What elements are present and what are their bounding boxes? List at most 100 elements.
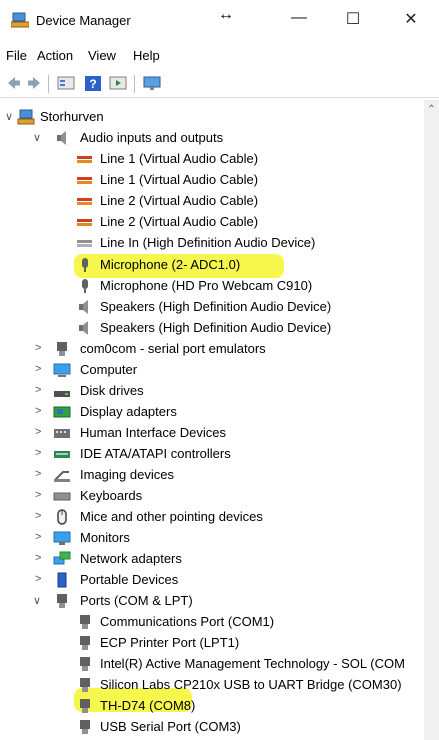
device-usb-serial[interactable]: USB Serial Port (COM3) (0, 717, 424, 738)
chevron-right-icon[interactable]: > (35, 384, 45, 396)
category-label: Imaging devices (80, 467, 174, 482)
keyboard-icon (53, 492, 71, 501)
audio-cable-icon (77, 177, 92, 184)
disk-drive-icon (54, 391, 70, 397)
category-display-adapters[interactable]: > Display adapters (0, 402, 420, 423)
microphone-icon (82, 258, 88, 272)
device-line-2-a[interactable]: Line 2 (Virtual Audio Cable) (0, 191, 420, 212)
close-button[interactable]: ✕ (396, 9, 426, 31)
portable-device-icon (57, 572, 67, 588)
properties-icon[interactable] (56, 73, 76, 93)
category-label: Mice and other pointing devices (80, 509, 263, 524)
device-microphone-adc[interactable]: Microphone (2- ADC1.0) (0, 255, 420, 276)
menu-help[interactable]: Help (133, 48, 160, 63)
chevron-down-icon[interactable]: ∨ (33, 594, 43, 607)
chevron-right-icon[interactable]: > (35, 342, 45, 354)
device-line-in[interactable]: Line In (High Definition Audio Device) (0, 233, 420, 254)
category-imaging[interactable]: > Imaging devices (0, 465, 420, 486)
device-microphone-webcam[interactable]: Microphone (HD Pro Webcam C910) (0, 276, 420, 297)
audio-cable-icon (77, 219, 92, 226)
forward-icon[interactable] (26, 73, 42, 93)
category-ide[interactable]: > IDE ATA/ATAPI controllers (0, 444, 420, 465)
category-ports[interactable]: ∨ Ports (COM & LPT) (0, 591, 420, 612)
chevron-down-icon[interactable]: ∨ (5, 110, 15, 123)
chevron-right-icon[interactable]: > (35, 489, 45, 501)
hid-icon (54, 429, 70, 438)
category-label: Keyboards (80, 488, 143, 503)
category-label: Computer (80, 362, 138, 377)
category-label: Network adapters (80, 551, 182, 566)
category-network[interactable]: > Network adapters (0, 549, 420, 570)
device-label: Line 2 (Virtual Audio Cable) (100, 193, 259, 208)
port-icon (80, 636, 90, 650)
category-keyboards[interactable]: > Keyboards (0, 486, 420, 507)
device-tree[interactable]: ∨ Storhurven ∨ Audio inputs and outputs … (0, 100, 424, 740)
monitor-icon[interactable] (142, 73, 162, 93)
svg-text:?: ? (89, 77, 96, 91)
device-th-d74[interactable]: TH-D74 (COM8) (0, 696, 424, 717)
device-speakers-b[interactable]: Speakers (High Definition Audio Device) (0, 318, 420, 339)
chevron-right-icon[interactable]: > (35, 531, 45, 543)
chevron-right-icon[interactable]: > (35, 405, 45, 417)
device-label: Speakers (High Definition Audio Device) (100, 320, 332, 335)
scroll-up-icon[interactable]: ⌃ (424, 104, 439, 115)
device-label: Communications Port (COM1) (100, 614, 275, 629)
category-com0com[interactable]: > com0com - serial port emulators (0, 339, 420, 360)
device-line-1-a[interactable]: Line 1 (Virtual Audio Cable) (0, 149, 420, 170)
chevron-right-icon[interactable]: > (35, 573, 45, 585)
port-icon (80, 657, 90, 671)
device-label: Silicon Labs CP210x USB to UART Bridge (… (100, 677, 402, 692)
vertical-scrollbar[interactable]: ⌃ (424, 100, 439, 740)
device-label: Line In (High Definition Audio Device) (100, 235, 316, 250)
category-hid[interactable]: > Human Interface Devices (0, 423, 420, 444)
device-manager-icon (11, 12, 29, 28)
category-computer[interactable]: > Computer (0, 360, 420, 381)
category-audio[interactable]: ∨ Audio inputs and outputs (0, 128, 420, 149)
tree-root[interactable]: ∨ Storhurven (0, 107, 420, 128)
chevron-right-icon[interactable]: > (35, 447, 45, 459)
monitor-icon (53, 531, 71, 545)
device-speakers-a[interactable]: Speakers (High Definition Audio Device) (0, 297, 420, 318)
toolbar: ? (0, 70, 439, 98)
menu-view[interactable]: View (88, 48, 116, 63)
chevron-down-icon[interactable]: ∨ (33, 131, 43, 144)
help-icon[interactable]: ? (84, 73, 102, 93)
menu-file[interactable]: File (6, 48, 27, 63)
device-label: USB Serial Port (COM3) (100, 719, 241, 734)
device-label: Line 2 (Virtual Audio Cable) (100, 214, 259, 229)
tree-root-label: Storhurven (40, 109, 104, 124)
device-label: TH-D74 (COM8) (100, 698, 196, 713)
chevron-right-icon[interactable]: > (35, 552, 45, 564)
toolbar-separator (48, 75, 49, 93)
minimize-button[interactable]: — (284, 9, 314, 31)
speaker-icon (79, 321, 88, 335)
category-portable[interactable]: > Portable Devices (0, 570, 420, 591)
device-label: Speakers (High Definition Audio Device) (100, 299, 332, 314)
menu-action[interactable]: Action (37, 48, 73, 63)
port-icon (80, 615, 90, 629)
device-lpt1[interactable]: ECP Printer Port (LPT1) (0, 633, 424, 654)
resize-cursor-icon: ↔ (218, 6, 234, 23)
title-bar[interactable]: Device Manager ↔ — ☐ ✕ (0, 0, 439, 40)
category-monitors[interactable]: > Monitors (0, 528, 420, 549)
device-intel-amt[interactable]: Intel(R) Active Management Technology - … (0, 654, 424, 675)
port-icon (80, 678, 90, 692)
chevron-right-icon[interactable]: > (35, 363, 45, 375)
device-label: Line 1 (Virtual Audio Cable) (100, 172, 259, 187)
chevron-right-icon[interactable]: > (35, 510, 45, 522)
maximize-button[interactable]: ☐ (338, 9, 368, 31)
device-com1[interactable]: Communications Port (COM1) (0, 612, 424, 633)
device-label: Microphone (2- ADC1.0) (100, 257, 241, 272)
category-mice[interactable]: > Mice and other pointing devices (0, 507, 420, 528)
category-label: com0com - serial port emulators (80, 341, 266, 356)
back-icon[interactable] (6, 73, 22, 93)
chevron-right-icon[interactable]: > (35, 426, 45, 438)
device-line-2-b[interactable]: Line 2 (Virtual Audio Cable) (0, 212, 420, 233)
device-silicon-labs[interactable]: Silicon Labs CP210x USB to UART Bridge (… (0, 675, 424, 696)
category-disk-drives[interactable]: > Disk drives (0, 381, 420, 402)
chevron-right-icon[interactable]: > (35, 468, 45, 480)
device-line-1-b[interactable]: Line 1 (Virtual Audio Cable) (0, 170, 420, 191)
update-driver-icon[interactable] (108, 73, 128, 93)
display-adapter-icon (53, 406, 71, 418)
port-icon (57, 594, 67, 608)
